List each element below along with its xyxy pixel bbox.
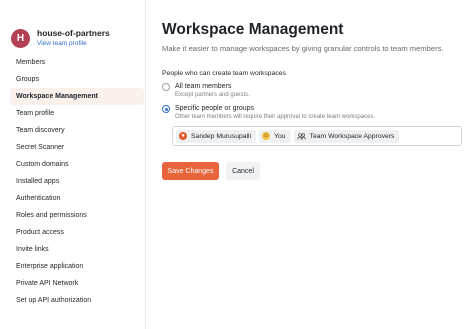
user-avatar-icon: ● [179,132,187,140]
option-label: Specific people or groups [175,105,254,112]
radio-specific-people-or-groups[interactable] [162,105,170,113]
chip-you[interactable]: ☺ You [259,129,291,143]
option-label: All team members [175,83,232,90]
group-icon [296,132,306,140]
user-avatar-icon: ☺ [262,132,271,140]
save-changes-button[interactable]: Save Changes [162,162,219,180]
sidebar: H house-of-partners View team profile Me… [0,0,146,329]
option-all-team-members[interactable]: All team members Except partners and gue… [162,82,250,100]
main-content: Workspace Management Make it easier to m… [162,0,474,329]
team-name: house-of-partners [37,28,110,38]
option-help: Except partners and guests. [175,92,250,98]
sidebar-item-set-up-api-authorization[interactable]: Set up API authorization [10,292,144,309]
chip-group[interactable]: Team Workspace Approvers [293,129,400,143]
option-text: All team members Except partners and gue… [175,82,250,100]
sidebar-item-installed-apps[interactable]: Installed apps [10,173,144,190]
sidebar-item-team-discovery[interactable]: Team discovery [10,122,144,139]
option-specific-people-or-groups[interactable]: Specific people or groups Other team mem… [162,104,375,122]
sidebar-item-secret-scanner[interactable]: Secret Scanner [10,139,144,156]
sidebar-item-members[interactable]: Members [10,54,144,71]
sidebar-item-product-access[interactable]: Product access [10,224,144,241]
team-avatar[interactable]: H [11,29,30,48]
sidebar-item-groups[interactable]: Groups [10,71,144,88]
radio-all-team-members[interactable] [162,83,170,91]
chip-label: You [274,132,286,140]
sidebar-item-roles-and-permissions[interactable]: Roles and permissions [10,207,144,224]
sidebar-item-custom-domains[interactable]: Custom domains [10,156,144,173]
page-title: Workspace Management [162,21,344,38]
sidebar-item-team-profile[interactable]: Team profile [10,105,144,122]
team-header: H house-of-partners View team profile [11,28,110,49]
section-label: People who can create team workspaces [162,70,286,77]
chip-label: Team Workspace Approvers [309,132,395,140]
view-team-profile-link[interactable]: View team profile [37,39,110,49]
sidebar-item-invite-links[interactable]: Invite links [10,241,144,258]
people-groups-picker[interactable]: ● Sandep Murusupalli ☺ You Team Workspac… [172,126,462,146]
settings-nav: Members Groups Workspace Management Team… [10,54,144,309]
option-help: Other team members will require their ap… [175,114,376,120]
sidebar-item-enterprise-application[interactable]: Enterprise application [10,258,144,275]
sidebar-item-authentication[interactable]: Authentication [10,190,144,207]
cancel-button[interactable]: Cancel [226,162,260,180]
page-subtitle: Make it easier to manage workspaces by g… [162,44,444,53]
sidebar-item-workspace-management[interactable]: Workspace Management [10,88,144,105]
sidebar-item-private-api-network[interactable]: Private API Network [10,275,144,292]
chip-label: Sandep Murusupalli [191,132,252,140]
chip-person[interactable]: ● Sandep Murusupalli [176,129,257,143]
team-info: house-of-partners View team profile [37,28,110,49]
option-text: Specific people or groups Other team mem… [175,104,375,122]
